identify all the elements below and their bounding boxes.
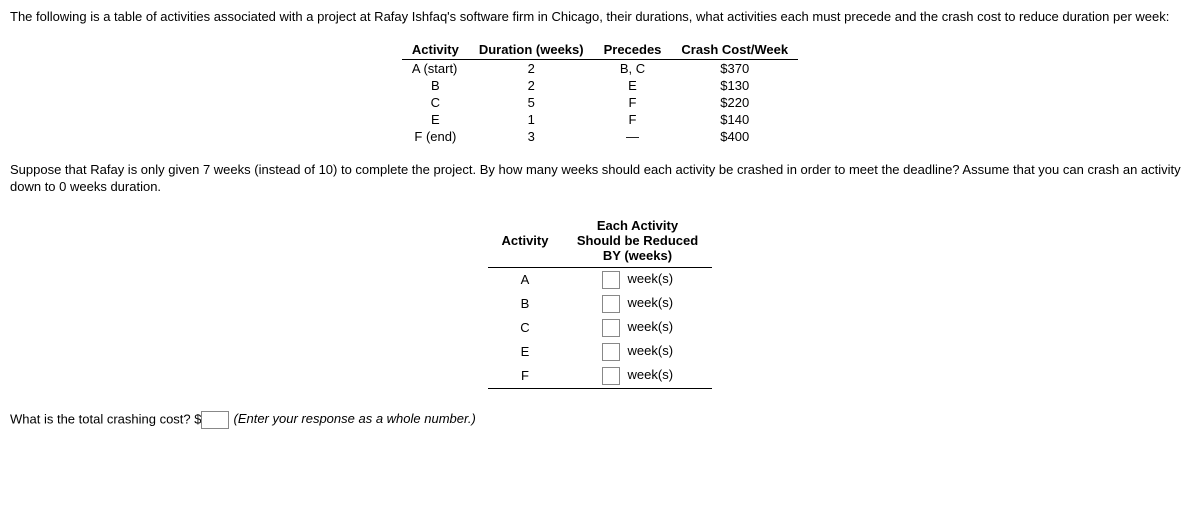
cell-input: week(s)	[562, 364, 712, 389]
unit-label: week(s)	[628, 295, 674, 310]
cell-cost: $140	[671, 111, 798, 128]
table-row: B week(s)	[488, 292, 713, 316]
table-row: A week(s)	[488, 267, 713, 292]
cell-precedes: —	[594, 128, 672, 145]
cell-duration: 3	[469, 128, 594, 145]
cell-activity: F	[488, 364, 563, 389]
cell-cost: $220	[671, 94, 798, 111]
cell-duration: 2	[469, 59, 594, 77]
activity-table-container: Activity Duration (weeks) Precedes Crash…	[10, 40, 1190, 145]
cell-activity: C	[488, 316, 563, 340]
answer-table-container: Activity Each Activity Should be Reduced…	[10, 214, 1190, 389]
intro-text: The following is a table of activities a…	[10, 8, 1190, 26]
unit-label: week(s)	[628, 319, 674, 334]
cell-precedes: F	[594, 94, 672, 111]
cell-activity: F (end)	[402, 128, 469, 145]
cell-cost: $130	[671, 77, 798, 94]
col-reduce: Each Activity Should be Reduced BY (week…	[562, 214, 712, 268]
unit-label: week(s)	[628, 343, 674, 358]
unit-label: week(s)	[628, 271, 674, 286]
cell-activity: E	[488, 340, 563, 364]
col-activity: Activity	[402, 40, 469, 60]
question-text: Suppose that Rafay is only given 7 weeks…	[10, 161, 1190, 196]
cell-activity: B	[488, 292, 563, 316]
weeks-input-a[interactable]	[602, 271, 620, 289]
cell-activity: E	[402, 111, 469, 128]
table-row: C 5 F $220	[402, 94, 798, 111]
table-row: F (end) 3 — $400	[402, 128, 798, 145]
cell-activity: A (start)	[402, 59, 469, 77]
cell-input: week(s)	[562, 316, 712, 340]
weeks-input-b[interactable]	[602, 295, 620, 313]
unit-label: week(s)	[628, 367, 674, 382]
total-cost-input[interactable]	[201, 411, 229, 429]
answer-table: Activity Each Activity Should be Reduced…	[488, 214, 713, 389]
total-cost-question: What is the total crashing cost? $ (Enter…	[10, 411, 1190, 429]
cell-precedes: F	[594, 111, 672, 128]
cell-duration: 5	[469, 94, 594, 111]
table-row: B 2 E $130	[402, 77, 798, 94]
col-cost: Crash Cost/Week	[671, 40, 798, 60]
col-activity: Activity	[488, 214, 563, 268]
cell-duration: 2	[469, 77, 594, 94]
activity-table: Activity Duration (weeks) Precedes Crash…	[402, 40, 798, 145]
table-row: F week(s)	[488, 364, 713, 389]
cell-activity: B	[402, 77, 469, 94]
cell-activity: A	[488, 267, 563, 292]
table-row: E week(s)	[488, 340, 713, 364]
cell-precedes: B, C	[594, 59, 672, 77]
total-cost-label: What is the total crashing cost? $	[10, 411, 201, 426]
table-row: A (start) 2 B, C $370	[402, 59, 798, 77]
cell-cost: $370	[671, 59, 798, 77]
col-duration: Duration (weeks)	[469, 40, 594, 60]
cell-input: week(s)	[562, 340, 712, 364]
table-row: E 1 F $140	[402, 111, 798, 128]
response-hint: (Enter your response as a whole number.)	[233, 411, 475, 426]
table-row: C week(s)	[488, 316, 713, 340]
cell-activity: C	[402, 94, 469, 111]
cell-cost: $400	[671, 128, 798, 145]
cell-input: week(s)	[562, 292, 712, 316]
weeks-input-e[interactable]	[602, 343, 620, 361]
cell-input: week(s)	[562, 267, 712, 292]
col-precedes: Precedes	[594, 40, 672, 60]
weeks-input-f[interactable]	[602, 367, 620, 385]
weeks-input-c[interactable]	[602, 319, 620, 337]
cell-precedes: E	[594, 77, 672, 94]
cell-duration: 1	[469, 111, 594, 128]
